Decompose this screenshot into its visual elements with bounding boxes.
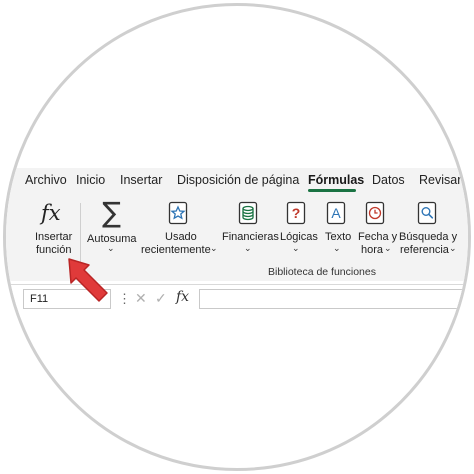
more-options-icon[interactable]: ⋮: [118, 291, 131, 307]
clock-book-icon: [365, 201, 385, 225]
text-chevron-icon: ⌄: [333, 243, 341, 253]
lookup-reference-label-line2: referencia: [400, 244, 449, 256]
date-time-chevron-icon: ⌄: [384, 243, 392, 253]
tab-disposicion-de-pagina[interactable]: Disposición de página: [177, 173, 299, 187]
tab-revisar[interactable]: Revisar: [419, 173, 461, 187]
logical-chevron-icon: ⌄: [292, 243, 300, 253]
insert-function-label-line1: Insertar: [35, 231, 73, 243]
autosum-chevron-icon: ⌄: [107, 243, 115, 253]
letter-a-book-icon: A: [326, 201, 346, 225]
formula-buttons: ✕ ✓ fx: [131, 289, 195, 309]
cancel-icon[interactable]: ✕: [135, 290, 147, 307]
magnifier-book-icon: [417, 201, 437, 225]
sigma-icon: ∑: [102, 196, 121, 229]
fx-icon: fx: [41, 201, 61, 225]
tab-insertar[interactable]: Insertar: [120, 173, 162, 187]
lookup-reference-chevron-icon: ⌄: [449, 243, 457, 253]
recently-used-label-line2: recientemente: [141, 244, 211, 256]
date-time-label-line2: hora: [361, 244, 384, 256]
tab-inicio[interactable]: Inicio: [76, 173, 105, 187]
circular-frame: Archivo Inicio Insertar Disposición de p…: [3, 3, 471, 471]
svg-text:?: ?: [292, 205, 301, 221]
tab-formulas[interactable]: Fórmulas: [308, 173, 364, 187]
formula-input[interactable]: [199, 289, 468, 309]
red-arrow-pointer-icon: [68, 258, 108, 302]
star-book-icon: [168, 201, 188, 225]
tab-datos[interactable]: Datos: [372, 173, 405, 187]
coins-book-icon: [238, 201, 258, 225]
tab-archivo[interactable]: Archivo: [25, 173, 67, 187]
financial-chevron-icon: ⌄: [244, 243, 252, 253]
question-book-icon: ?: [286, 201, 306, 225]
ribbon-tabs: Archivo Inicio Insertar Disposición de p…: [6, 168, 468, 194]
enter-icon[interactable]: ✓: [155, 290, 167, 307]
svg-text:A: A: [331, 205, 341, 221]
insert-function-fx-icon[interactable]: fx: [176, 289, 189, 305]
recently-used-chevron-icon: ⌄: [210, 243, 218, 253]
recently-used-label-line1: Usado: [165, 231, 197, 243]
group-label-function-library: Biblioteca de funciones: [268, 266, 376, 278]
active-tab-indicator: [308, 189, 356, 192]
